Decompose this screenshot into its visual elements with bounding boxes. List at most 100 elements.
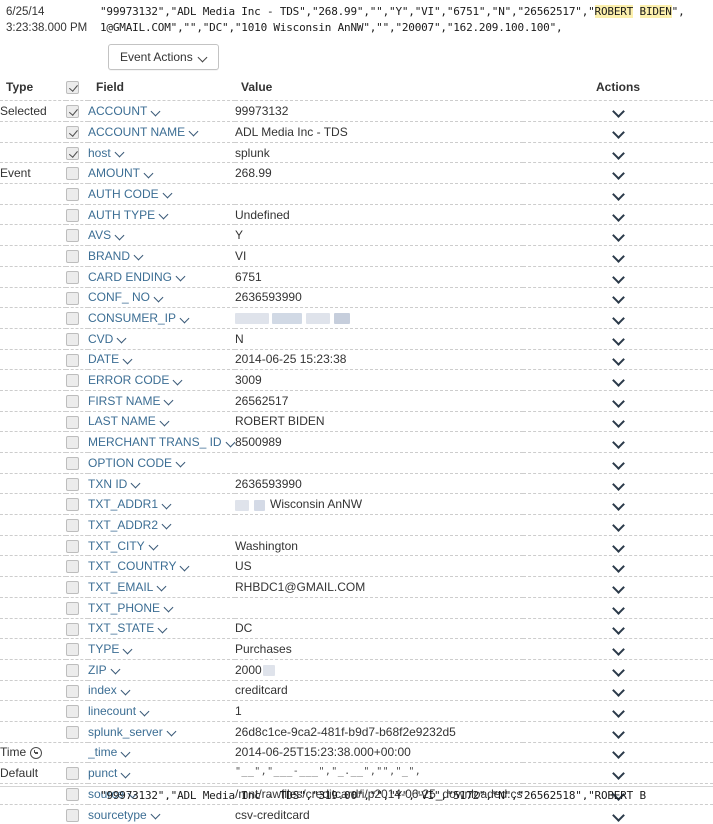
field-name-link[interactable]: CVD [88,332,127,346]
row-checkbox[interactable] [66,188,79,201]
row-actions-chevron-icon[interactable] [614,168,623,177]
row-actions-chevron-icon[interactable] [614,747,623,756]
field-name-link[interactable]: _time [88,745,131,759]
field-name-link[interactable]: OPTION CODE [88,456,186,470]
field-name-link[interactable]: TXT_STATE [88,621,168,635]
field-name-link[interactable]: MERCHANT TRANS_ ID [88,435,235,449]
field-name-link[interactable]: LAST NAME [88,414,170,428]
row-actions-chevron-icon[interactable] [614,499,623,508]
row-actions-chevron-icon[interactable] [614,727,623,736]
row-checkbox[interactable] [66,540,79,553]
row-actions-chevron-icon[interactable] [614,603,623,612]
field-name-link[interactable]: FIRST NAME [88,394,174,408]
row-checkbox[interactable] [66,209,79,222]
row-checkbox[interactable] [66,333,79,346]
row-checkbox[interactable] [66,519,79,532]
row-checkbox[interactable] [66,623,79,636]
field-name-link[interactable]: punct [88,766,131,780]
row-actions-chevron-icon[interactable] [614,458,623,467]
row-actions-chevron-icon[interactable] [614,623,623,632]
field-name-link[interactable]: ACCOUNT [88,104,161,118]
field-name-link[interactable]: BRAND [88,249,144,263]
row-checkbox[interactable] [66,374,79,387]
row-checkbox[interactable] [66,457,79,470]
row-actions-chevron-icon[interactable] [614,520,623,529]
row-checkbox-checked[interactable] [66,147,79,160]
row-actions-chevron-icon[interactable] [614,375,623,384]
field-name-link[interactable]: TYPE [88,642,133,656]
row-actions-chevron-icon[interactable] [614,230,623,239]
row-actions-chevron-icon[interactable] [614,396,623,405]
row-checkbox[interactable] [66,560,79,573]
field-name-link[interactable]: DATE [88,352,133,366]
field-name-link[interactable]: sourcetype [88,808,161,822]
row-checkbox[interactable] [66,250,79,263]
row-actions-chevron-icon[interactable] [614,292,623,301]
row-actions-chevron-icon[interactable] [614,251,623,260]
row-checkbox[interactable] [66,436,79,449]
row-checkbox[interactable] [66,726,79,739]
field-name-link[interactable]: ACCOUNT NAME [88,125,199,139]
row-checkbox[interactable] [66,312,79,325]
row-actions-chevron-icon[interactable] [614,561,623,570]
row-checkbox[interactable] [66,271,79,284]
row-checkbox[interactable] [66,292,79,305]
row-checkbox[interactable] [66,767,79,780]
field-name-link[interactable]: CONSUMER_IP [88,311,190,325]
field-name-link[interactable]: TXT_ADDR1 [88,497,172,511]
field-name-link[interactable]: TXT_COUNTRY [88,559,190,573]
row-actions-chevron-icon[interactable] [614,582,623,591]
row-checkbox[interactable] [66,643,79,656]
field-name-link[interactable]: splunk_server [88,725,177,739]
field-name-link[interactable]: CARD ENDING [88,270,186,284]
field-name-link[interactable]: AUTH CODE [88,187,173,201]
row-checkbox[interactable] [66,809,79,822]
row-actions-chevron-icon[interactable] [614,644,623,653]
row-actions-chevron-icon[interactable] [614,437,623,446]
row-actions-chevron-icon[interactable] [614,313,623,322]
row-checkbox-checked[interactable] [66,105,79,118]
field-name-link[interactable]: index [88,683,131,697]
field-name-link[interactable]: CONF_ NO [88,290,164,304]
field-name-link[interactable]: AMOUNT [88,166,154,180]
row-actions-chevron-icon[interactable] [614,416,623,425]
row-checkbox[interactable] [66,664,79,677]
row-checkbox[interactable] [66,478,79,491]
row-actions-chevron-icon[interactable] [614,127,623,136]
row-actions-chevron-icon[interactable] [614,768,623,777]
field-name-link[interactable]: ERROR CODE [88,373,183,387]
field-name-link[interactable]: TXN ID [88,477,141,491]
row-checkbox[interactable] [66,498,79,511]
row-checkbox[interactable] [66,395,79,408]
row-checkbox[interactable] [66,354,79,367]
field-name-link[interactable]: linecount [88,704,150,718]
row-actions-chevron-icon[interactable] [614,479,623,488]
row-actions-chevron-icon[interactable] [614,334,623,343]
row-checkbox[interactable] [66,167,79,180]
field-name-link[interactable]: AVS [88,228,125,242]
field-name-link[interactable]: host [88,146,125,160]
row-actions-chevron-icon[interactable] [614,210,623,219]
row-actions-chevron-icon[interactable] [614,189,623,198]
raw-event-text[interactable]: "99973132","ADL Media Inc - TDS","268.99… [92,4,713,36]
event-actions-button[interactable]: Event Actions [108,44,219,70]
clock-icon[interactable] [30,747,42,759]
row-actions-chevron-icon[interactable] [614,354,623,363]
row-actions-chevron-icon[interactable] [614,810,623,819]
select-all-checkbox[interactable] [66,81,79,94]
field-name-link[interactable]: TXT_EMAIL [88,580,167,594]
row-actions-chevron-icon[interactable] [614,706,623,715]
field-name-link[interactable]: TXT_PHONE [88,601,174,615]
row-checkbox[interactable] [66,602,79,615]
row-checkbox[interactable] [66,705,79,718]
row-checkbox-checked[interactable] [66,126,79,139]
row-actions-chevron-icon[interactable] [614,106,623,115]
field-name-link[interactable]: AUTH TYPE [88,208,169,222]
row-checkbox[interactable] [66,581,79,594]
row-actions-chevron-icon[interactable] [614,272,623,281]
row-actions-chevron-icon[interactable] [614,148,623,157]
row-actions-chevron-icon[interactable] [614,685,623,694]
row-checkbox[interactable] [66,685,79,698]
row-actions-chevron-icon[interactable] [614,541,623,550]
row-actions-chevron-icon[interactable] [614,665,623,674]
